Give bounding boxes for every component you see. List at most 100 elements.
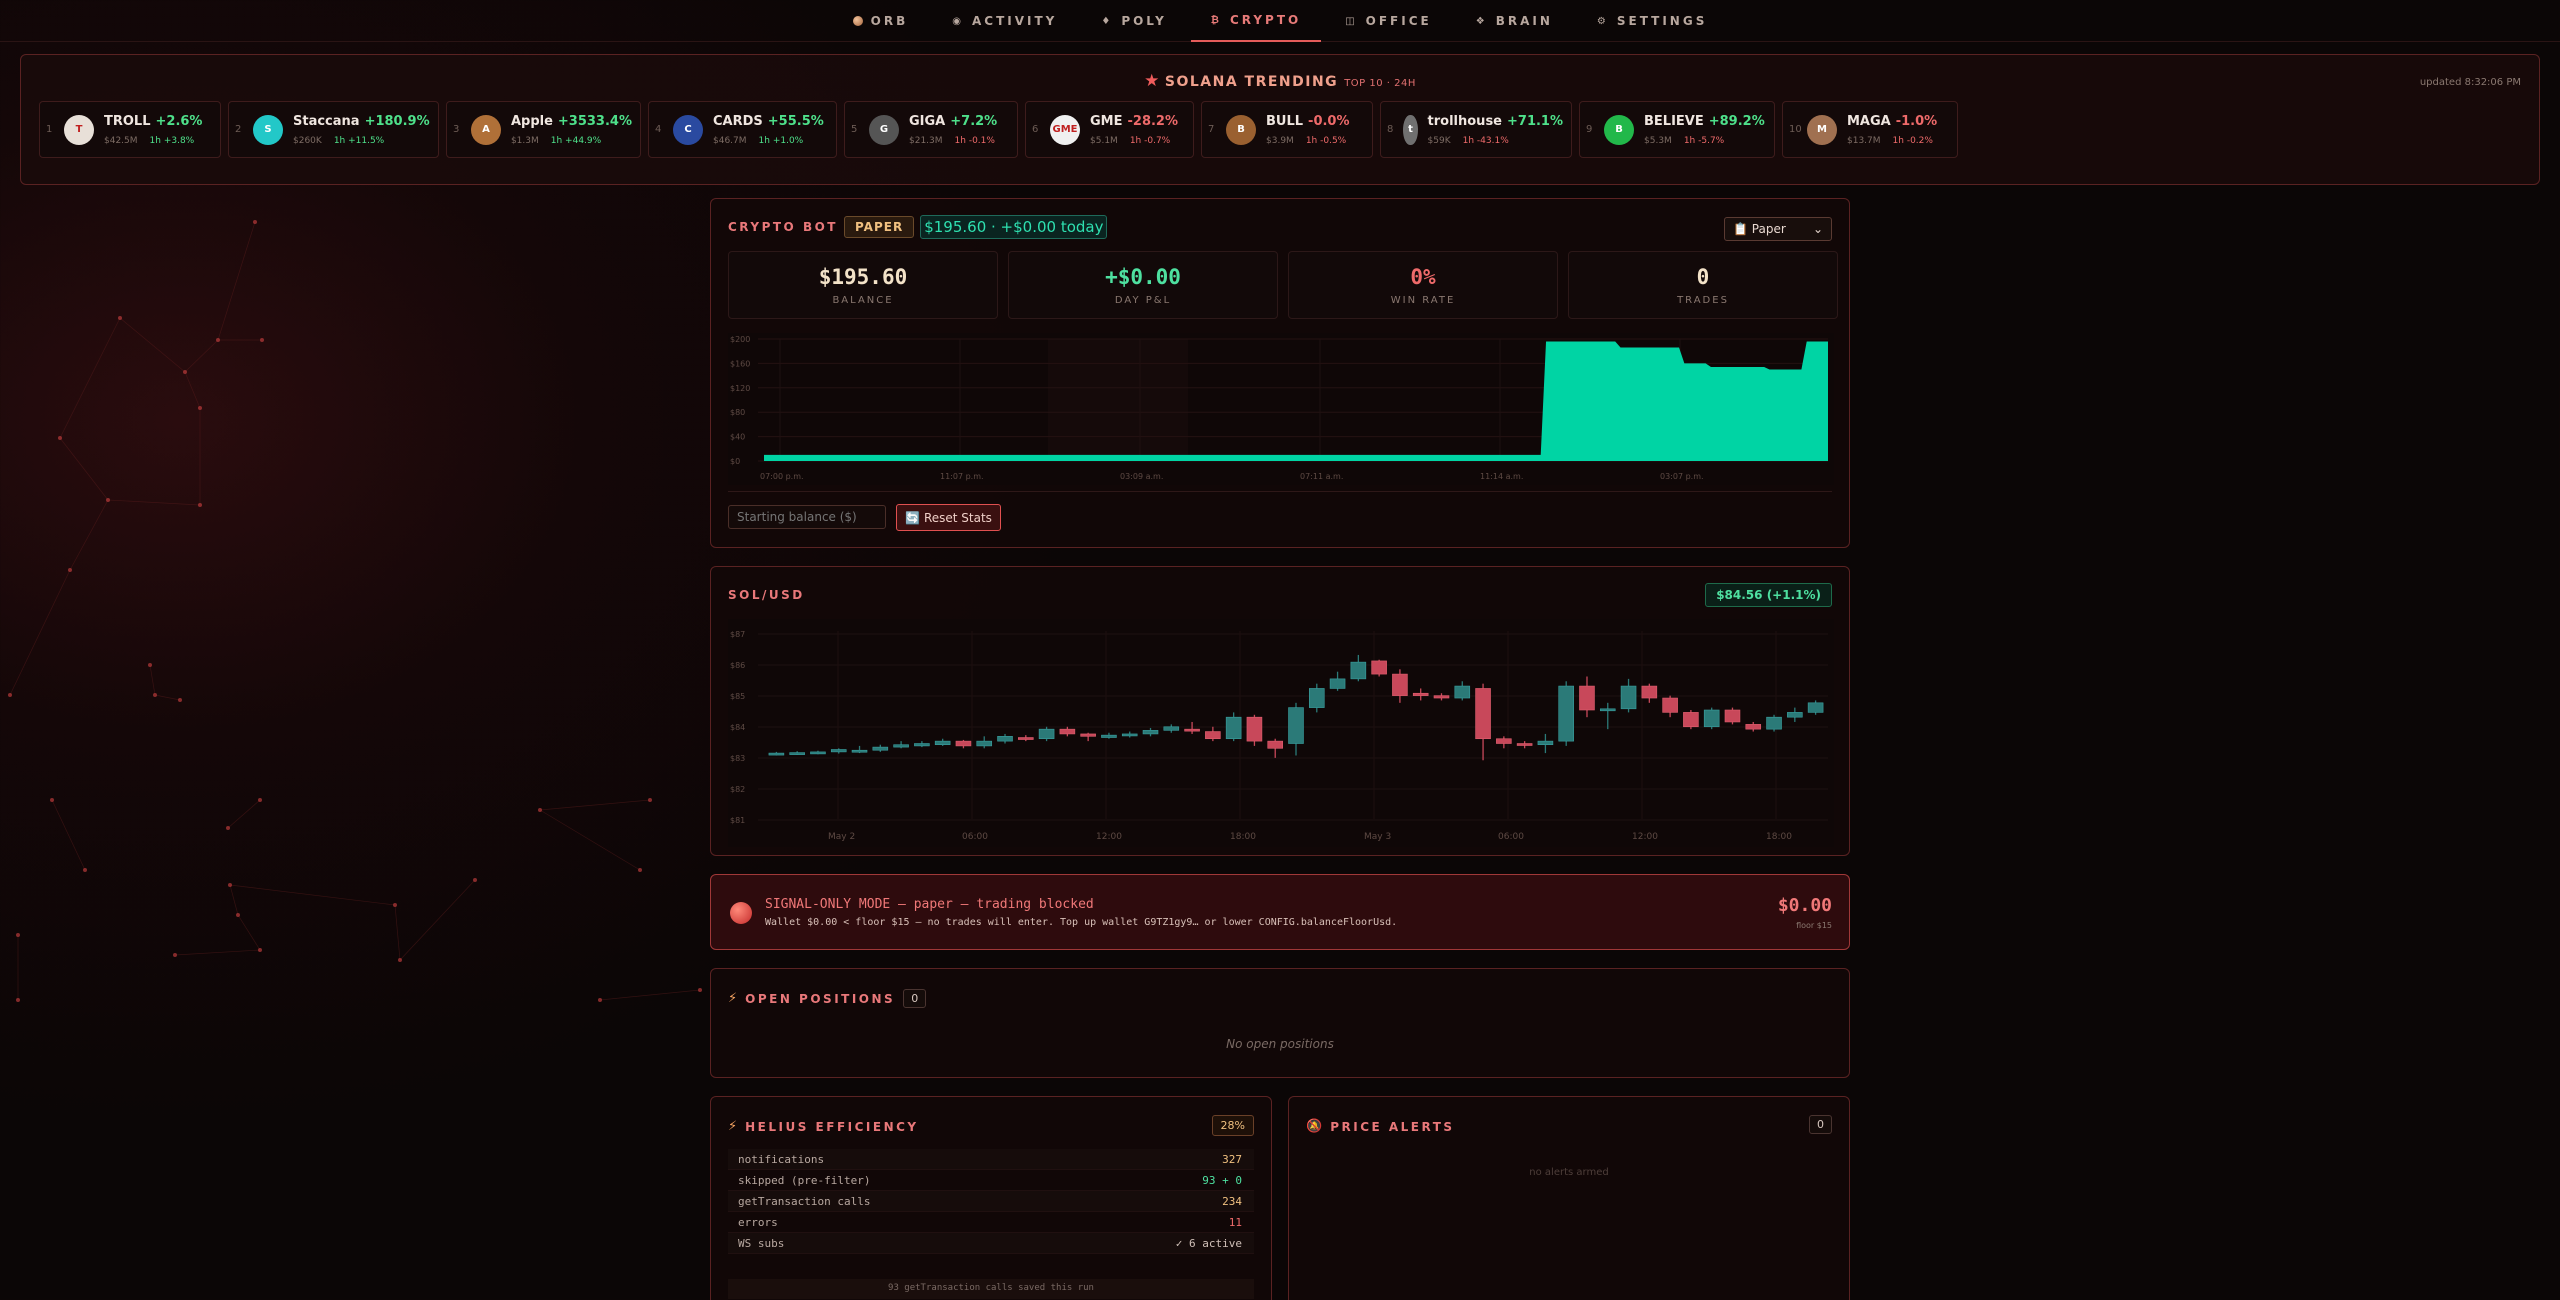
equity-x-tick: 11:07 p.m. xyxy=(940,472,984,481)
sol-usd-title: SOL/USD xyxy=(728,588,805,602)
candle-y-tick: $87 xyxy=(730,630,745,639)
wallet-amount: $0.00 xyxy=(1777,895,1832,916)
stat-value: $195.60 xyxy=(818,265,908,289)
candle-body xyxy=(1662,697,1678,713)
candle-body xyxy=(851,749,868,753)
nav-tab-poly[interactable]: ♦ POLY xyxy=(1081,0,1186,42)
token-rank: 1 xyxy=(46,124,53,135)
helius-footer: 93 getTransaction calls saved this run xyxy=(728,1279,1254,1299)
token-1h-change: 1h -43.1% xyxy=(1462,135,1509,146)
token-logo-icon: GME xyxy=(1050,114,1080,145)
candle-body xyxy=(1683,712,1699,728)
candle-body xyxy=(1579,685,1595,711)
trending-token-card[interactable]: 5 G GIGA +7.2% $21.3M 1h -0.1% xyxy=(844,101,1018,158)
nav-tab-label: ACTIVITY xyxy=(971,14,1058,28)
candle-body xyxy=(934,740,951,746)
candle-body xyxy=(893,744,909,748)
nav-tab-label: ORB xyxy=(870,14,909,28)
candle-body xyxy=(1558,685,1574,742)
token-name: GIGA xyxy=(909,113,946,129)
trending-token-card[interactable]: 2 S Staccana +180.9% $260K 1h +11.5% xyxy=(228,101,439,158)
mode-select[interactable]: 📋 Paper ⌄ xyxy=(1724,217,1832,241)
nav-tab-label: OFFICE xyxy=(1365,14,1432,28)
stat-value: 0 xyxy=(1696,265,1710,289)
candle-body xyxy=(1599,708,1616,712)
candle-body xyxy=(1392,673,1408,696)
candle xyxy=(1038,726,1055,742)
token-logo-icon: T xyxy=(64,114,94,145)
trending-token-card[interactable]: 8 t trollhouse +71.1% $59K 1h -43.1% xyxy=(1380,101,1572,158)
signal-only-banner: SIGNAL-ONLY MODE — paper — trading block… xyxy=(710,874,1850,950)
candle xyxy=(1371,659,1387,677)
token-change: +180.9% xyxy=(364,113,430,129)
token-mcap: $21.3M xyxy=(909,135,943,146)
token-1h-change: 1h -0.7% xyxy=(1129,135,1171,146)
no-alerts-note: no alerts armed xyxy=(1529,1167,1609,1178)
reset-icon: 🔄 xyxy=(905,510,920,525)
nav-tab-label: POLY xyxy=(1121,14,1167,28)
nav-tab-label: SETTINGS xyxy=(1616,14,1708,28)
nav-tab-activity[interactable]: ◉ ACTIVITY xyxy=(932,0,1077,42)
stat-balance: $195.60 BALANCE xyxy=(728,251,998,319)
trending-token-card[interactable]: 6 GME GME -28.2% $5.1M 1h -0.7% xyxy=(1025,101,1194,158)
lightning-icon: ⚡ xyxy=(728,1119,738,1134)
helius-row: errors 11 xyxy=(728,1212,1254,1233)
open-positions-panel: ⚡ OPEN POSITIONS 0 No open positions xyxy=(710,968,1850,1078)
candle xyxy=(1703,707,1720,730)
token-name: TROLL xyxy=(104,113,151,129)
bell-icon: 🔕 xyxy=(1306,1119,1323,1134)
token-change: +55.5% xyxy=(767,113,824,129)
stat-value: 0% xyxy=(1410,265,1436,289)
trending-token-card[interactable]: 9 B BELIEVE +89.2% $5.3M 1h -5.7% xyxy=(1579,101,1775,158)
token-1h-change: 1h +1.0% xyxy=(758,135,804,146)
helius-row-value: 234 xyxy=(1222,1194,1242,1208)
token-logo-icon: M xyxy=(1807,114,1837,145)
stat-trades: 0 TRADES xyxy=(1568,251,1838,319)
reset-stats-button[interactable]: 🔄 Reset Stats xyxy=(896,504,1001,531)
token-name: BELIEVE xyxy=(1644,113,1704,129)
poly-icon: ♦ xyxy=(1101,15,1114,27)
gear-icon: ⚙ xyxy=(1596,15,1609,27)
helius-stats-table: notifications 327 skipped (pre-filter) 93 +… xyxy=(728,1149,1254,1254)
token-mcap: $1.3M xyxy=(510,135,539,146)
nav-tab-settings[interactable]: ⚙ SETTINGS xyxy=(1577,0,1727,42)
candle-x-tick: 06:00 xyxy=(962,832,988,842)
trending-token-card[interactable]: 4 C CARDS +55.5% $46.7M 1h +1.0% xyxy=(648,101,837,158)
token-rank: 5 xyxy=(851,124,858,135)
trending-token-card[interactable]: 1 T TROLL +2.6% $42.5M 1h +3.8% xyxy=(39,101,221,158)
starting-balance-input[interactable] xyxy=(728,505,886,529)
token-1h-change: 1h +44.9% xyxy=(550,135,602,146)
stat-label: WIN RATE xyxy=(1390,295,1456,306)
token-logo-icon: B xyxy=(1604,114,1634,145)
token-name: BULL xyxy=(1266,113,1304,129)
candle-body xyxy=(1288,707,1304,744)
token-name: MAGA xyxy=(1847,113,1891,129)
stat-day-p-l: +$0.00 DAY P&L xyxy=(1008,251,1278,319)
top-nav: ORB ◉ ACTIVITY ♦ POLY ₿ CRYPTO ◫ OFFICE ❖ BRAIN ⚙ SE… xyxy=(0,0,2560,42)
candle-y-tick: $84 xyxy=(730,723,745,732)
nav-tab-crypto[interactable]: ₿ CRYPTO xyxy=(1190,0,1322,42)
token-mcap: $5.3M xyxy=(1644,135,1672,146)
trending-subtitle: TOP 10 · 24H xyxy=(1344,78,1416,89)
sol-price-badge: $84.56 (+1.1%) xyxy=(1705,583,1832,607)
trending-token-card[interactable]: 10 M MAGA -1.0% $13.7M 1h -0.2% xyxy=(1782,101,1958,158)
candle-body xyxy=(1309,688,1325,708)
token-rank: 8 xyxy=(1387,124,1394,135)
token-1h-change: 1h -5.7% xyxy=(1683,135,1725,146)
token-logo-icon: B xyxy=(1226,114,1256,145)
sol-candlestick-chart: $87 $86 $85 $84 $83 $82 $81 May 2 06:00 12:00 18:0… xyxy=(728,619,1834,847)
equity-x-tick: 07:11 a.m. xyxy=(1300,472,1343,481)
trending-token-card[interactable]: 7 B BULL -0.0% $3.9M 1h -0.5% xyxy=(1201,101,1373,158)
stat-label: TRADES xyxy=(1677,295,1729,306)
nav-tab-orb[interactable]: ORB xyxy=(833,0,929,42)
equity-y-tick: $160 xyxy=(730,359,750,368)
candle-body xyxy=(1267,740,1283,749)
nav-tab-office[interactable]: ◫ OFFICE xyxy=(1325,0,1452,42)
nav-tab-brain[interactable]: ❖ BRAIN xyxy=(1456,0,1573,42)
brain-icon: ❖ xyxy=(1475,15,1488,27)
equity-x-tick: 11:14 a.m. xyxy=(1480,472,1523,481)
trending-token-card[interactable]: 3 A Apple +3533.4% $1.3M 1h +44.9% xyxy=(446,101,641,158)
candle-body xyxy=(1371,660,1387,675)
chevron-down-icon: ⌄ xyxy=(1812,222,1823,236)
candle-chart-bg xyxy=(728,619,1834,847)
